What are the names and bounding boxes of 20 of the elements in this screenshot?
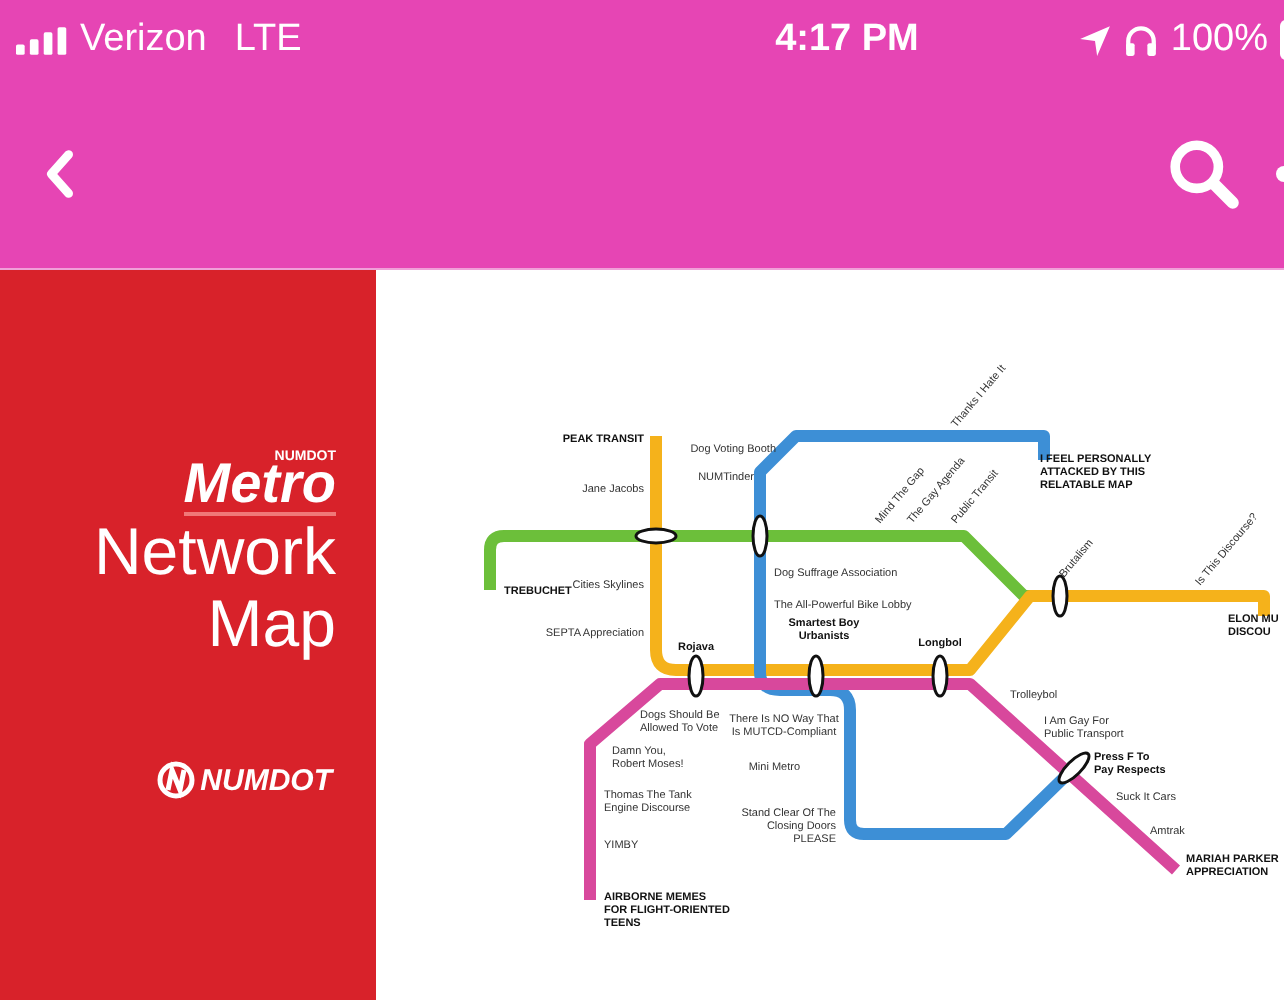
headphones-icon: [1124, 23, 1159, 57]
interchange-marker: [751, 514, 769, 558]
interchange-marker: [687, 654, 705, 698]
location-arrow-icon: [1078, 23, 1113, 57]
battery-percent: 100%: [1170, 18, 1268, 62]
network-type: LTE: [234, 18, 302, 62]
logo-mark-icon: [156, 760, 197, 800]
logo-text: NUMDOT: [200, 763, 332, 797]
search-icon[interactable]: [1168, 138, 1240, 210]
interchange-marker: [1057, 751, 1091, 785]
network-title: Network: [93, 516, 336, 588]
map-title: Map: [207, 588, 336, 660]
interchange-marker: [1051, 574, 1069, 618]
clock-time: 4:17 PM: [775, 18, 919, 62]
interchange-marker: [634, 527, 678, 545]
signal-icon: [16, 25, 68, 55]
carrier-name: Verizon: [80, 18, 207, 62]
back-icon[interactable]: [44, 148, 76, 200]
interchange-marker: [931, 654, 949, 698]
interchange-marker: [807, 654, 825, 698]
